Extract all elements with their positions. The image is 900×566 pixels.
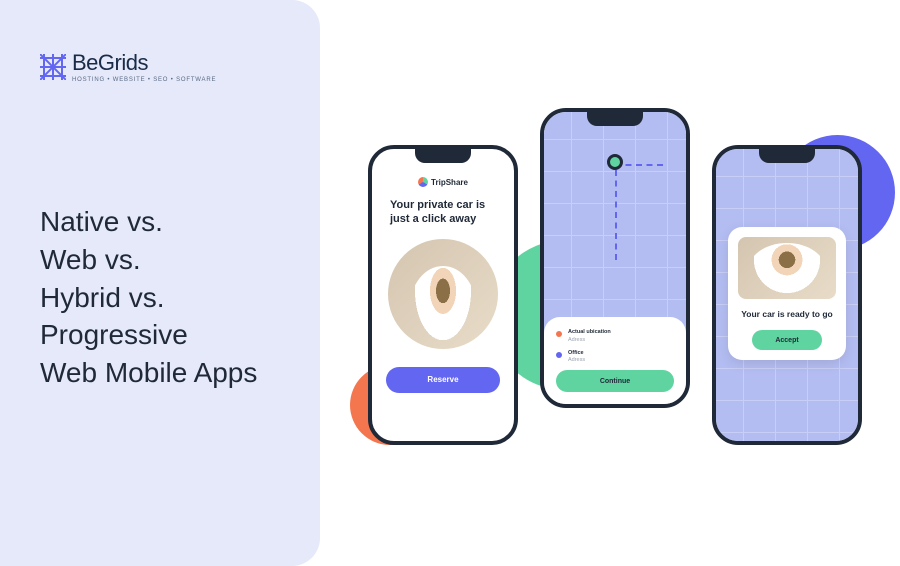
left-panel: BeGrids HOSTING • WEBSITE • SEO • SOFTWA… bbox=[0, 0, 320, 566]
app-name: TripShare bbox=[431, 178, 468, 187]
route-line bbox=[615, 170, 617, 260]
card-title: Your car is ready to go bbox=[738, 309, 836, 320]
location-sub: Adress bbox=[568, 337, 611, 344]
phone-notch bbox=[415, 149, 471, 163]
phone-mockup-3: Your car is ready to go Accept bbox=[712, 145, 862, 445]
hero-image bbox=[388, 239, 498, 349]
phone-mockup-1: TripShare Your private car is just a cli… bbox=[368, 145, 518, 445]
accept-button[interactable]: Accept bbox=[752, 330, 822, 350]
map-background: Your car is ready to go Accept bbox=[716, 149, 858, 441]
phone-mockup-2: Actual ubication Adress Office Adress Co… bbox=[540, 108, 690, 408]
logo-text: BeGrids HOSTING • WEBSITE • SEO • SOFTWA… bbox=[72, 50, 216, 83]
map-pin-icon bbox=[607, 154, 623, 170]
app-logo: TripShare bbox=[386, 177, 500, 187]
continue-button[interactable]: Continue bbox=[556, 370, 674, 392]
app-logo-icon bbox=[418, 177, 428, 187]
logo-tagline: HOSTING • WEBSITE • SEO • SOFTWARE bbox=[72, 77, 216, 83]
reserve-button[interactable]: Reserve bbox=[386, 367, 500, 393]
location-label: Office bbox=[568, 350, 585, 357]
card-image bbox=[738, 237, 836, 299]
location-panel: Actual ubication Adress Office Adress Co… bbox=[544, 317, 686, 404]
location-dot-icon bbox=[556, 352, 562, 358]
location-label: Actual ubication bbox=[568, 329, 611, 336]
headline: Native vs.Web vs.Hybrid vs.ProgressiveWe… bbox=[40, 203, 280, 392]
phone-notch bbox=[759, 149, 815, 163]
illustration: TripShare Your private car is just a cli… bbox=[340, 60, 870, 500]
ready-card: Your car is ready to go Accept bbox=[728, 227, 846, 360]
phone-notch bbox=[587, 112, 643, 126]
location-sub: Adress bbox=[568, 357, 585, 364]
logo-icon bbox=[40, 54, 66, 80]
logo: BeGrids HOSTING • WEBSITE • SEO • SOFTWA… bbox=[40, 50, 280, 83]
location-row: Actual ubication Adress bbox=[556, 329, 674, 343]
location-row: Office Adress bbox=[556, 350, 674, 364]
location-dot-icon bbox=[556, 331, 562, 337]
logo-name: BeGrids bbox=[72, 50, 216, 76]
map-background: Actual ubication Adress Office Adress Co… bbox=[544, 112, 686, 404]
phone1-tagline: Your private car is just a click away bbox=[386, 199, 500, 227]
